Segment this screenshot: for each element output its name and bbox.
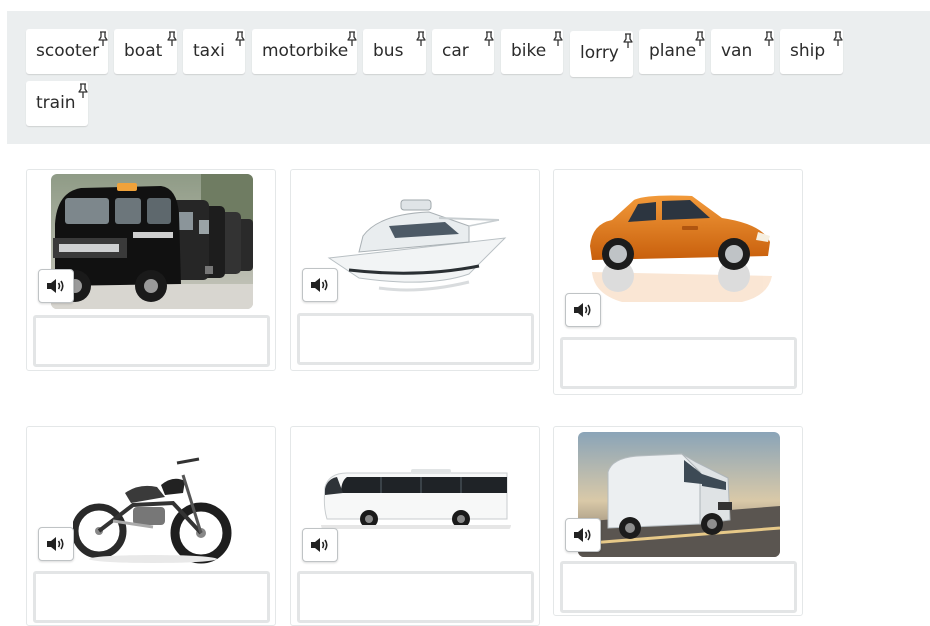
word-chip-label: bus [373,41,404,61]
speaker-icon [310,277,330,293]
speaker-icon [573,302,593,318]
word-chip-scooter[interactable]: scooter [26,29,108,74]
pin-icon [694,31,706,47]
word-chip-label: taxi [193,41,225,61]
word-chip-motorbike[interactable]: motorbike [252,29,357,74]
pin-icon [552,31,564,47]
answer-drop-zone-1[interactable] [33,315,270,367]
answer-drop-zone-4[interactable] [33,571,270,623]
word-chip-ship[interactable]: ship [780,29,843,74]
picture-card-3 [553,169,803,395]
speaker-icon [46,536,66,552]
play-audio-button[interactable] [38,269,74,303]
speaker-icon [310,537,330,553]
word-chip-label: van [721,41,753,61]
play-audio-button[interactable] [38,527,74,561]
picture-card-2 [290,169,540,371]
word-chip-lorry[interactable]: lorry [570,31,633,77]
play-audio-button[interactable] [302,268,338,302]
bus-image [321,467,511,531]
word-chip-label: bike [511,41,547,61]
play-audio-button[interactable] [565,293,601,327]
picture-card-4 [26,426,276,626]
picture-card-5 [290,426,540,626]
car-image [582,184,776,334]
pin-icon [97,31,109,47]
motorbike-image [73,455,233,565]
speaker-icon [46,278,66,294]
word-chip-plane[interactable]: plane [639,29,705,74]
word-chip-label: boat [124,41,163,61]
word-chip-bus[interactable]: bus [363,29,426,74]
pin-icon [832,31,844,47]
play-audio-button[interactable] [565,518,601,552]
word-chip-label: scooter [36,41,100,61]
play-audio-button[interactable] [302,528,338,562]
pin-icon [234,31,246,47]
word-chip-bike[interactable]: bike [501,29,563,74]
picture-card-6 [553,426,803,616]
word-chip-label: lorry [580,43,619,63]
picture-card-1 [26,169,276,371]
word-chip-label: plane [649,41,697,61]
word-chip-boat[interactable]: boat [114,29,177,74]
answer-drop-zone-2[interactable] [297,313,534,365]
boat-image [319,186,513,296]
word-chip-train[interactable]: train [26,81,88,126]
word-bank: scooter boat taxi motorbike bus car bike… [7,11,930,144]
pin-icon [622,33,634,49]
answer-drop-zone-6[interactable] [560,561,797,613]
pin-icon [166,31,178,47]
pin-icon [346,31,358,47]
word-chip-label: car [442,41,469,61]
pin-icon [415,31,427,47]
word-chip-van[interactable]: van [711,29,774,74]
van-image [578,432,780,557]
taxi-image [51,174,253,309]
speaker-icon [573,527,593,543]
word-chip-label: train [36,93,76,113]
word-chip-taxi[interactable]: taxi [183,29,245,74]
word-chip-label: ship [790,41,826,61]
answer-drop-zone-3[interactable] [560,337,797,389]
answer-drop-zone-5[interactable] [297,571,534,623]
pin-icon [483,31,495,47]
word-chip-car[interactable]: car [432,29,494,74]
word-chip-label: motorbike [262,41,349,61]
pin-icon [77,83,89,99]
pin-icon [763,31,775,47]
